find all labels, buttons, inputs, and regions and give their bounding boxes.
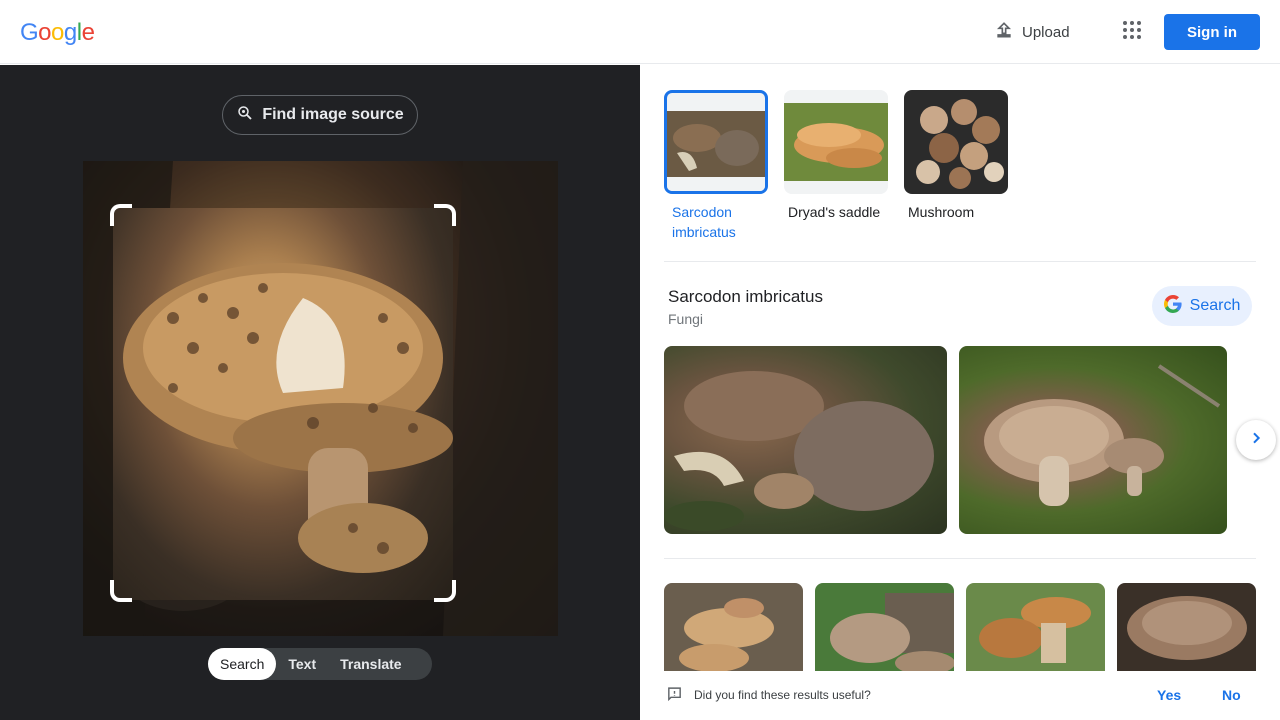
match-image-4 [1117,583,1256,671]
feedback-icon [666,686,683,708]
match-image-2 [815,583,954,671]
lens-search-icon [236,104,254,127]
crop-handle-top-right[interactable] [434,204,456,226]
find-image-source-label: Find image source [262,106,404,123]
entity-thumb-dryads-saddle[interactable]: Dryad's saddle [784,90,888,242]
feedback-question: Did you find these results useful? [694,688,871,702]
visual-matches-grid [664,583,1256,671]
result-image[interactable] [664,346,947,534]
logo-letter: g [63,19,77,46]
header: Google Upload Sign in [0,0,1280,64]
feedback-bar: Did you find these results useful? Yes N… [640,671,1280,720]
entity-search-button[interactable]: Search [1152,286,1252,326]
apps-button[interactable] [1116,16,1148,48]
mode-search[interactable]: Search [208,648,277,680]
mushroom-thumb-image [667,111,765,191]
mode-translate[interactable]: Translate [328,648,413,680]
logo-letter: o [38,19,52,46]
results-panel: Sarcodon imbricatus Dryad's saddle Mushr… [640,65,1280,720]
sarcodon-group-image [664,371,934,531]
visual-match-image[interactable] [664,583,803,671]
google-g-icon [1163,294,1182,318]
feedback-no-button[interactable]: No [1222,687,1241,703]
mode-toggle: Search Text Translate [208,648,432,680]
divider [664,558,1256,559]
divider [664,261,1256,262]
entity-thumb-label: Dryad's saddle [788,204,881,220]
crop-handle-bottom-right[interactable] [434,580,456,602]
logo-letter: o [51,19,64,46]
entity-subtitle: Fungi [668,311,704,327]
entity-thumb-label: Sarcodon imbricatus [672,204,736,240]
match-image-1 [664,583,803,671]
dryads-saddle-image [784,90,888,194]
find-image-source-button[interactable]: Find image source [222,95,418,135]
match-image-3 [966,583,1105,671]
entity-title: Sarcodon imbricatus [668,287,823,306]
visual-match-image[interactable] [1117,583,1256,671]
entity-thumb-sarcodon[interactable]: Sarcodon imbricatus [664,90,768,242]
upload-label: Upload [1022,23,1070,41]
mode-text[interactable]: Text [276,648,328,680]
visual-match-image[interactable] [966,583,1105,671]
crop-handle-bottom-left[interactable] [110,580,132,602]
uploaded-image[interactable] [83,161,558,636]
sarcodon-moss-image [984,364,1221,506]
next-results-button[interactable] [1236,420,1276,460]
chevron-right-icon [1248,430,1264,451]
entity-thumb-image [664,90,768,194]
crop-region[interactable] [113,208,453,600]
visual-match-image[interactable] [815,583,954,671]
apps-grid-icon [1123,20,1141,44]
logo-letter: e [81,19,95,46]
sign-in-button[interactable]: Sign in [1164,14,1260,50]
upload-icon [994,20,1014,44]
google-logo[interactable]: Google [20,19,95,47]
entity-thumb-mushroom[interactable]: Mushroom [904,90,1008,242]
entity-thumb-image [904,90,1008,194]
result-image[interactable] [959,346,1227,534]
mushroom-image [904,90,1008,194]
entity-thumb-image [784,90,888,194]
image-crop-panel: Find image source Search Text Translate [0,65,640,720]
feedback-yes-button[interactable]: Yes [1157,687,1181,703]
entity-search-label: Search [1189,297,1241,314]
mushroom-cap [123,263,453,573]
upload-button[interactable]: Upload [984,16,1080,48]
logo-letter: G [20,19,39,46]
related-entities: Sarcodon imbricatus Dryad's saddle Mushr… [664,90,1008,242]
crop-handle-top-left[interactable] [110,204,132,226]
entity-thumb-label: Mushroom [908,204,975,220]
